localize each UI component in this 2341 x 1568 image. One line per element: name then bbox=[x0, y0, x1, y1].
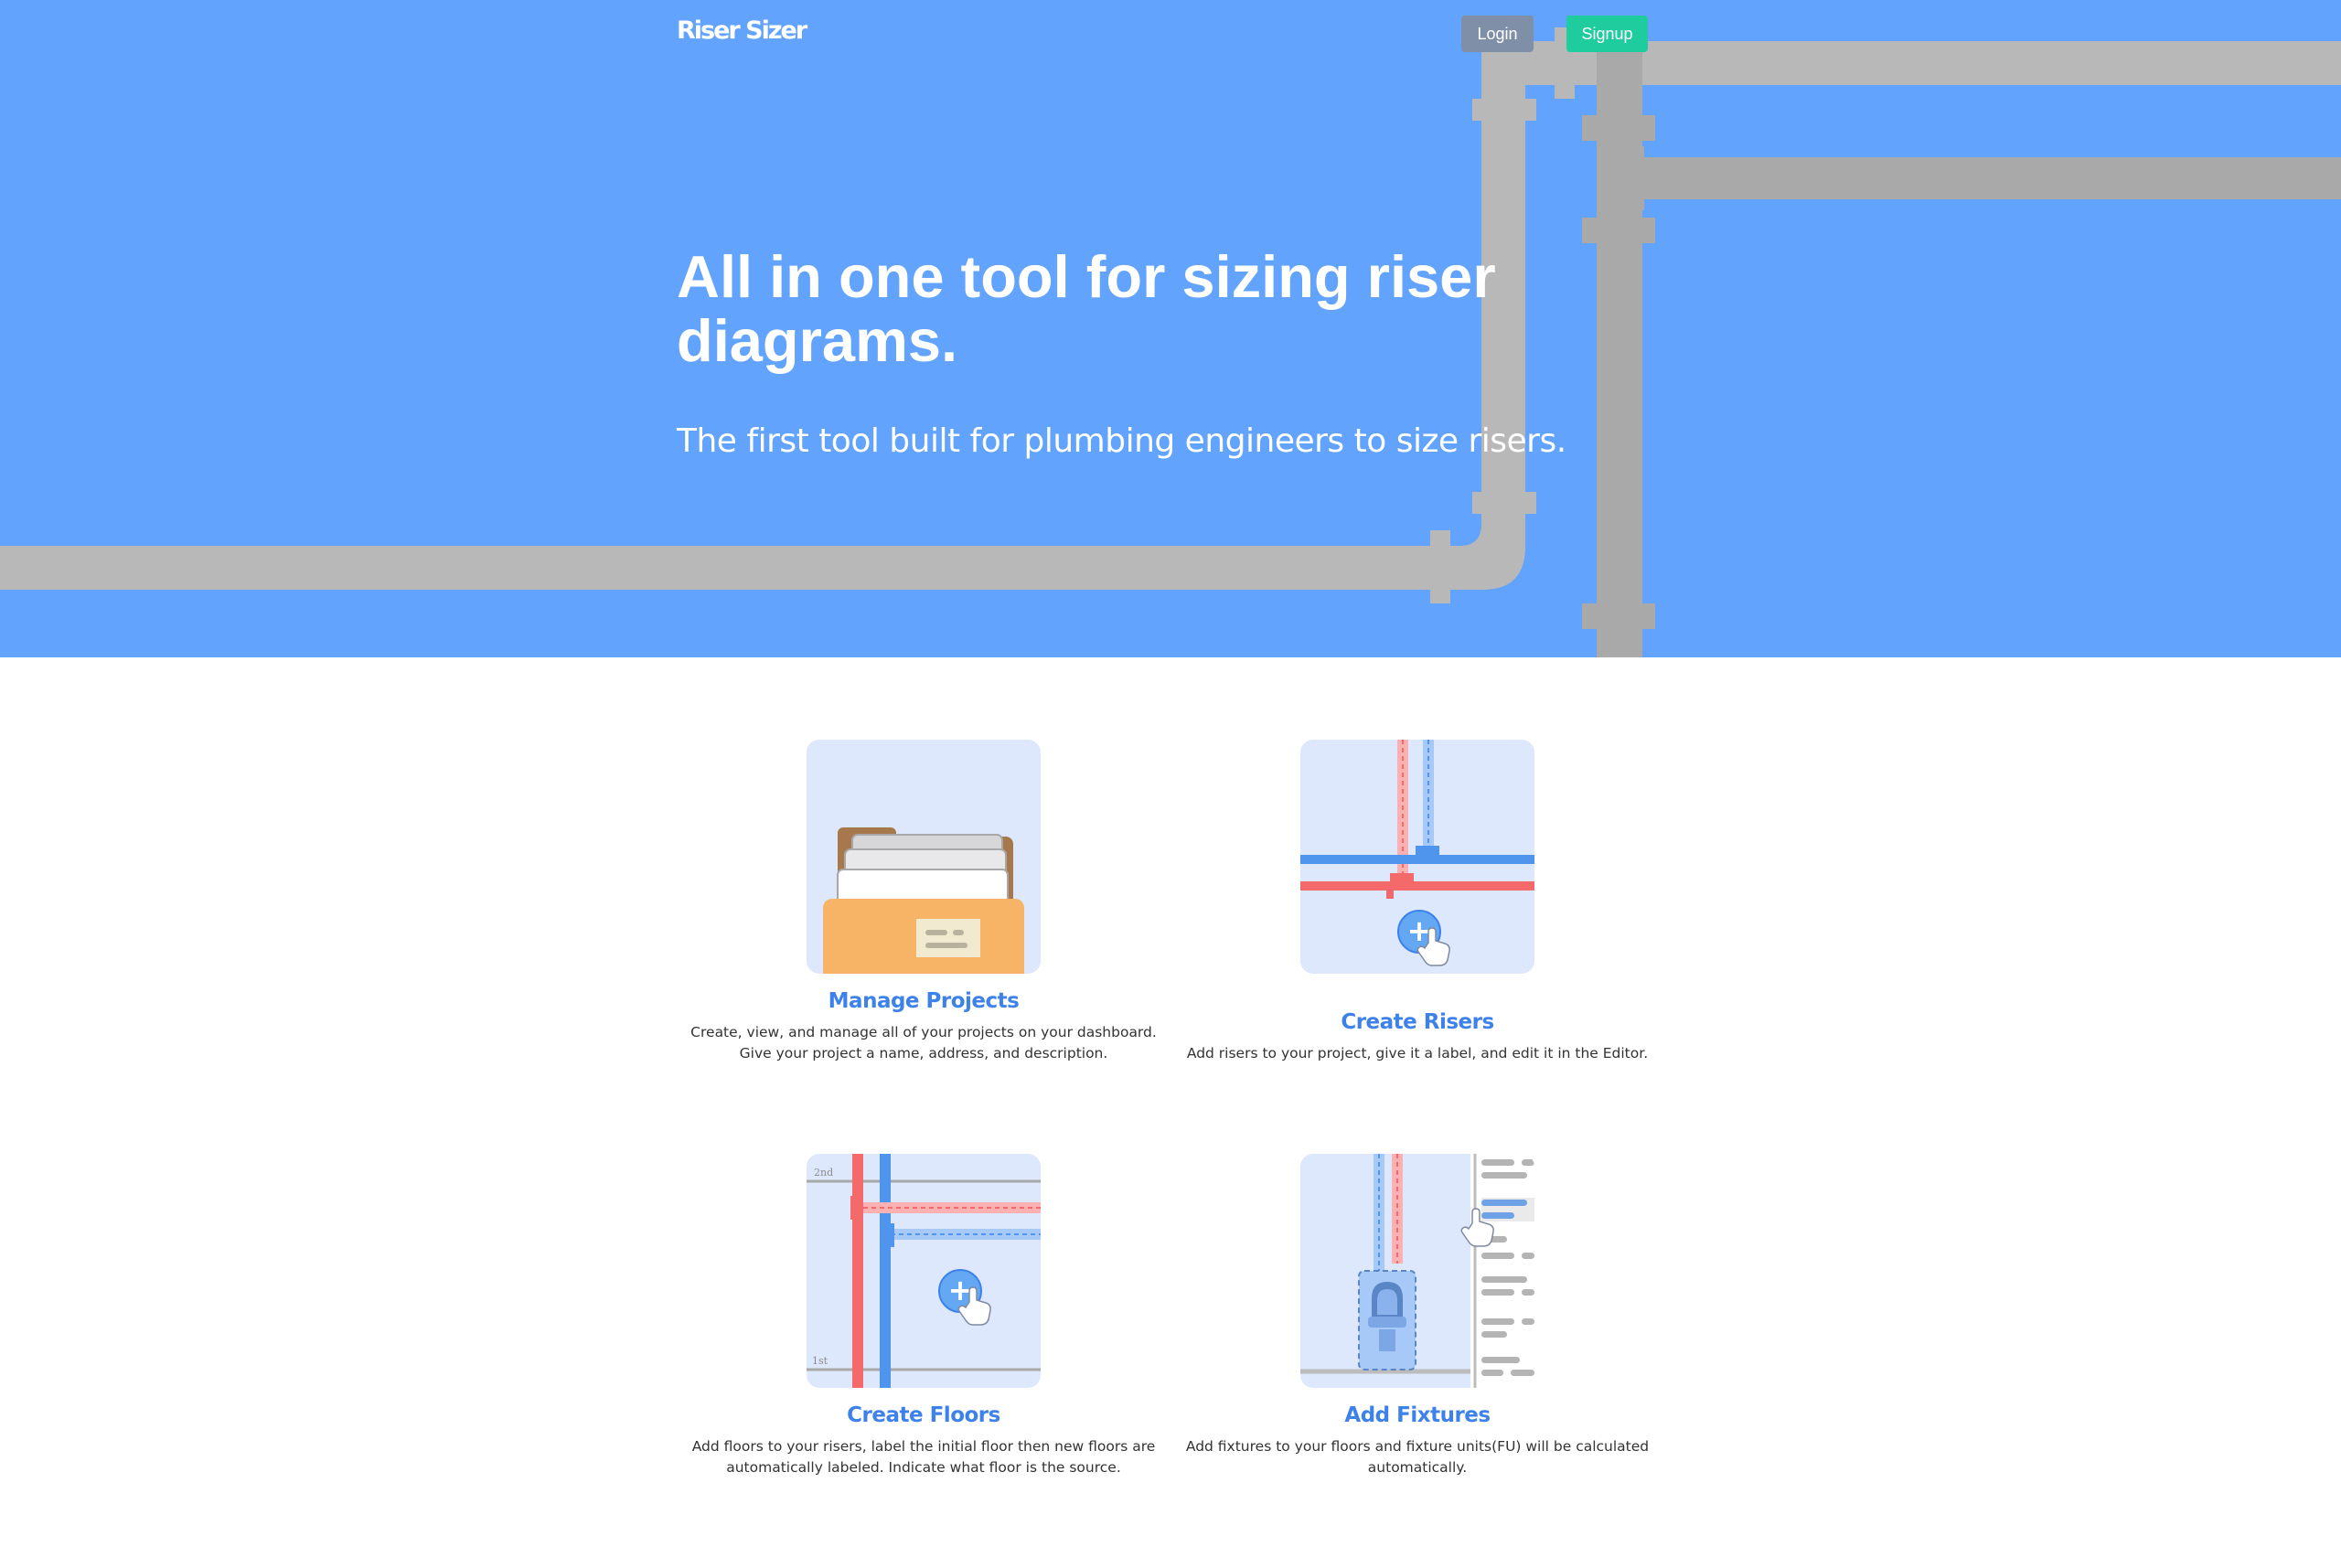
fixtures-icon bbox=[1300, 1154, 1534, 1388]
logo[interactable]: Riser Sizer bbox=[677, 16, 807, 45]
floor-label-1st: 1st bbox=[812, 1355, 828, 1367]
hero-section: Riser Sizer Login Signup All in one tool… bbox=[0, 0, 2341, 657]
folder-icon bbox=[807, 740, 1041, 974]
feature-title: Add Fixtures bbox=[1344, 1403, 1491, 1427]
floors-icon: 2nd 1st + bbox=[807, 1154, 1041, 1388]
signup-button[interactable]: Signup bbox=[1566, 16, 1648, 52]
hero-title: All in one tool for sizing riser diagram… bbox=[677, 243, 1496, 374]
feature-title: Manage Projects bbox=[828, 989, 1020, 1013]
feature-description: Add fixtures to your floors and fixture … bbox=[1185, 1438, 1650, 1476]
feature-description: Add floors to your risers, label the ini… bbox=[691, 1438, 1156, 1476]
risers-icon: + bbox=[1300, 740, 1534, 974]
feature-description: Create, view, and manage all of your pro… bbox=[690, 1024, 1157, 1061]
feature-description: Add risers to your project, give it a la… bbox=[1186, 1045, 1649, 1061]
hero-subtitle: The first tool built for plumbing engine… bbox=[677, 422, 1566, 460]
feature-title: Create Floors bbox=[847, 1403, 1000, 1427]
floor-label-2nd: 2nd bbox=[814, 1167, 833, 1179]
feature-title: Create Risers bbox=[1341, 1010, 1494, 1034]
login-button[interactable]: Login bbox=[1461, 16, 1534, 52]
